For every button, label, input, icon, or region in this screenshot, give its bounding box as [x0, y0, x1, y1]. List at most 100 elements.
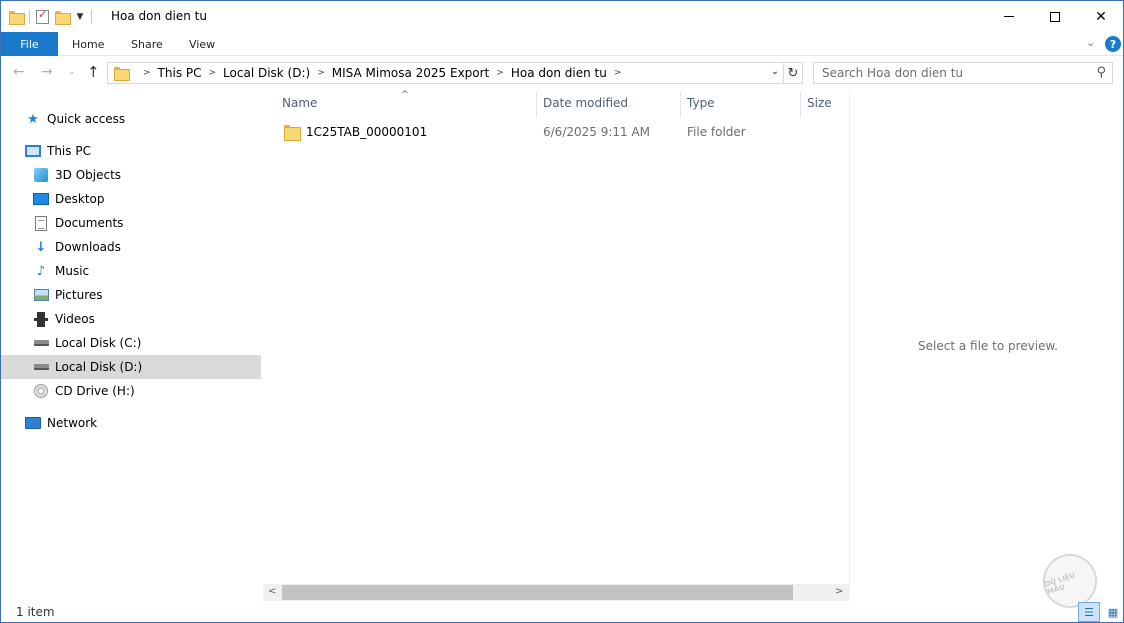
refresh-button[interactable]: ↻ [784, 62, 803, 84]
column-divider[interactable] [680, 92, 681, 118]
recent-locations-chevron-icon[interactable]: ⌄ [68, 67, 76, 77]
nav-item-downloads[interactable]: ↓ Downloads [1, 235, 261, 259]
help-icon[interactable]: ? [1105, 36, 1121, 52]
pictures-icon [33, 287, 49, 303]
search-box[interactable]: ⚲ [813, 62, 1113, 84]
folder-icon [114, 67, 130, 81]
star-icon: ★ [27, 111, 39, 127]
nav-item-label: Quick access [47, 112, 126, 126]
column-header-date-modified[interactable]: Date modified [543, 96, 628, 110]
forward-arrow-icon[interactable]: → [41, 64, 53, 80]
nav-item-label: Music [55, 264, 90, 278]
refresh-icon: ↻ [787, 65, 799, 81]
nav-item-label: Network [47, 416, 98, 430]
column-divider[interactable] [800, 92, 801, 118]
sort-ascending-chevron-icon: ^ [401, 90, 409, 100]
nav-item-label: Desktop [55, 192, 105, 206]
nav-item-local-disk-c[interactable]: Local Disk (C:) [1, 331, 261, 355]
nav-item-label: 3D Objects [55, 168, 122, 182]
nav-item-this-pc[interactable]: This PC [1, 139, 261, 163]
expand-ribbon-chevron-icon[interactable]: ⌄ [1086, 36, 1095, 49]
address-bar[interactable]: > This PC > Local Disk (D:) > MISA Mimos… [107, 62, 784, 84]
music-note-icon: ♪ [36, 263, 46, 279]
close-icon: ✕ [1095, 8, 1107, 25]
cd-drive-icon [33, 383, 49, 399]
customize-qat-chevron-icon[interactable]: ▼ [75, 12, 85, 22]
folder-icon [284, 125, 301, 141]
quick-access-toolbar: ▼ [9, 7, 92, 27]
breadcrumb-chevron-icon[interactable]: > [496, 68, 504, 78]
tab-view[interactable]: View [189, 32, 215, 56]
search-icon[interactable]: ⚲ [1096, 65, 1106, 80]
computer-icon [25, 143, 41, 159]
minimize-icon [1004, 16, 1014, 17]
disk-drive-icon [33, 359, 49, 375]
details-view-icon: ☰ [1084, 605, 1094, 619]
scrollbar-thumb[interactable] [282, 585, 793, 600]
breadcrumb-chevron-icon[interactable]: > [143, 68, 151, 78]
address-dropdown-chevron-icon[interactable]: ⌄ [771, 66, 779, 77]
column-header-name[interactable]: Name [282, 96, 317, 110]
download-arrow-icon: ↓ [35, 239, 47, 255]
nav-item-documents[interactable]: Documents [1, 211, 261, 235]
breadcrumb-chevron-icon[interactable]: > [317, 68, 325, 78]
large-icons-view-button[interactable]: ▦ [1102, 602, 1124, 622]
details-view-button[interactable]: ☰ [1078, 602, 1100, 622]
up-arrow-icon[interactable]: ↑ [87, 63, 100, 81]
breadcrumb-hoa-don-dien-tu[interactable]: Hoa don dien tu [511, 66, 607, 80]
nav-item-label: Videos [55, 312, 95, 326]
breadcrumb-misa-export[interactable]: MISA Mimosa 2025 Export [332, 66, 490, 80]
breadcrumb-chevron-icon[interactable]: > [209, 68, 217, 78]
breadcrumb-chevron-icon[interactable]: > [614, 68, 622, 78]
file-date-modified: 6/6/2025 9:11 AM [543, 125, 651, 139]
minimize-button[interactable] [986, 1, 1032, 32]
breadcrumb-local-disk-d[interactable]: Local Disk (D:) [223, 66, 310, 80]
search-input[interactable] [822, 66, 1082, 80]
documents-icon [33, 215, 49, 231]
column-header-type[interactable]: Type [687, 96, 715, 110]
desktop-icon [33, 191, 49, 207]
tab-share[interactable]: Share [131, 32, 163, 56]
maximize-button[interactable] [1032, 1, 1078, 32]
column-header-size[interactable]: Size [807, 96, 832, 110]
back-arrow-icon[interactable]: ← [13, 64, 25, 80]
nav-item-desktop[interactable]: Desktop [1, 187, 261, 211]
file-name: 1C25TAB_00000101 [306, 125, 428, 139]
column-divider[interactable] [536, 92, 537, 118]
preview-placeholder-text: Select a file to preview. [918, 339, 1058, 353]
scroll-right-arrow-icon[interactable]: > [835, 586, 843, 597]
disk-drive-icon [33, 335, 49, 351]
nav-item-cd-drive-h[interactable]: CD Drive (H:) [1, 379, 261, 403]
folder-icon [9, 11, 25, 25]
nav-item-local-disk-d[interactable]: Local Disk (D:) [1, 355, 261, 379]
status-bar: 1 item ☰ ▦ [1, 601, 1123, 623]
file-row[interactable]: 1C25TAB_00000101 6/6/2025 9:11 AM File f… [280, 122, 800, 142]
properties-icon[interactable] [36, 8, 49, 24]
window-title: Hoa don dien tu [111, 9, 207, 23]
file-explorer-window: ▼ Hoa don dien tu ✕ File Home Share View… [0, 0, 1124, 623]
item-count: 1 item [16, 605, 55, 619]
nav-item-quick-access[interactable]: ★ Quick access [1, 107, 261, 131]
file-type: File folder [687, 125, 746, 139]
nav-item-label: Downloads [55, 240, 121, 254]
ribbon-tabs: File Home Share View ⌄ ? [1, 32, 1123, 56]
nav-item-music[interactable]: ♪ Music [1, 259, 261, 283]
nav-item-pictures[interactable]: Pictures [1, 283, 261, 307]
nav-item-network[interactable]: Network [1, 411, 261, 435]
scroll-left-arrow-icon[interactable]: < [268, 586, 276, 597]
tab-home[interactable]: Home [72, 32, 104, 56]
new-folder-icon[interactable] [55, 11, 71, 25]
maximize-icon [1050, 11, 1060, 22]
horizontal-scrollbar[interactable]: < > [263, 584, 849, 601]
title-bar: ▼ Hoa don dien tu ✕ [1, 1, 1123, 32]
nav-item-videos[interactable]: Videos [1, 307, 261, 331]
large-icons-view-icon: ▦ [1107, 605, 1119, 619]
qat-divider [91, 10, 92, 24]
nav-item-label: CD Drive (H:) [55, 384, 135, 398]
tab-file[interactable]: File [1, 32, 58, 56]
nav-item-3d-objects[interactable]: 3D Objects [1, 163, 261, 187]
nav-item-label: Documents [55, 216, 124, 230]
close-button[interactable]: ✕ [1078, 1, 1124, 32]
breadcrumb-this-pc[interactable]: This PC [158, 66, 202, 80]
video-film-icon [33, 311, 49, 327]
